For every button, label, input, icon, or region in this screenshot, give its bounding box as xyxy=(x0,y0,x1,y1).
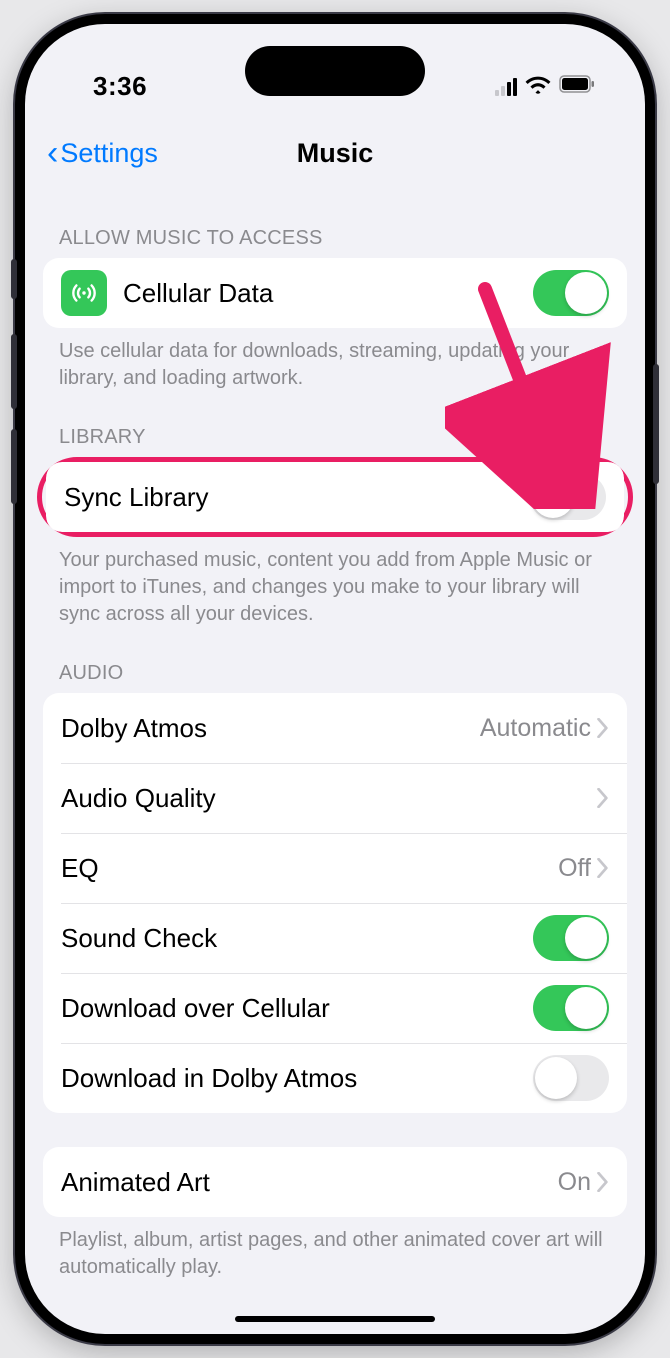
row-dolby-atmos[interactable]: Dolby Atmos Automatic xyxy=(43,693,627,763)
section-header-access: ALLOW MUSIC TO ACCESS xyxy=(25,183,645,258)
sync-library-toggle[interactable] xyxy=(530,474,606,520)
row-sync-library[interactable]: Sync Library xyxy=(46,462,624,532)
content: ALLOW MUSIC TO ACCESS Cellular Data Use … xyxy=(25,183,645,1321)
footer-library: Your purchased music, content you add fr… xyxy=(25,537,645,628)
group-art: Animated Art On xyxy=(43,1147,627,1217)
footer-access: Use cellular data for downloads, streami… xyxy=(25,328,645,392)
phone-frame: 3:36 ‹ Settings Music xyxy=(15,14,655,1344)
cellular-signal-icon xyxy=(495,78,517,96)
back-label: Settings xyxy=(60,138,158,169)
quality-label: Audio Quality xyxy=(61,783,597,814)
back-button[interactable]: ‹ Settings xyxy=(47,136,158,170)
volume-down-button xyxy=(11,429,17,504)
status-icons xyxy=(495,74,595,99)
row-cellular-data[interactable]: Cellular Data xyxy=(43,258,627,328)
group-audio: Dolby Atmos Automatic Audio Quality EQ O… xyxy=(43,693,627,1113)
page-title: Music xyxy=(297,138,374,169)
chevron-right-icon xyxy=(597,858,609,878)
cellular-icon xyxy=(61,270,107,316)
row-eq[interactable]: EQ Off xyxy=(43,833,627,903)
volume-up-button xyxy=(11,334,17,409)
chevron-right-icon xyxy=(597,788,609,808)
eq-label: EQ xyxy=(61,853,558,884)
row-audio-quality[interactable]: Audio Quality xyxy=(43,763,627,833)
sync-library-label: Sync Library xyxy=(64,482,530,513)
dynamic-island xyxy=(245,46,425,96)
dolby-value: Automatic xyxy=(480,714,591,743)
row-download-cellular[interactable]: Download over Cellular xyxy=(43,973,627,1043)
soundcheck-label: Sound Check xyxy=(61,923,533,954)
cellular-label: Cellular Data xyxy=(123,278,533,309)
wifi-icon xyxy=(525,74,551,99)
cellular-toggle[interactable] xyxy=(533,270,609,316)
chevron-right-icon xyxy=(597,1172,609,1192)
row-download-dolby[interactable]: Download in Dolby Atmos xyxy=(43,1043,627,1113)
row-animated-art[interactable]: Animated Art On xyxy=(43,1147,627,1217)
chevron-right-icon xyxy=(597,718,609,738)
status-time: 3:36 xyxy=(93,71,147,102)
row-sound-check[interactable]: Sound Check xyxy=(43,903,627,973)
battery-icon xyxy=(559,75,595,98)
side-button xyxy=(11,259,17,299)
eq-value: Off xyxy=(558,854,591,883)
soundcheck-toggle[interactable] xyxy=(533,915,609,961)
power-button xyxy=(653,364,659,484)
animated-art-label: Animated Art xyxy=(61,1167,558,1198)
animated-art-value: On xyxy=(558,1168,591,1197)
dl-cell-toggle[interactable] xyxy=(533,985,609,1031)
dl-cell-label: Download over Cellular xyxy=(61,993,533,1024)
nav-bar: ‹ Settings Music xyxy=(25,123,645,183)
dolby-label: Dolby Atmos xyxy=(61,713,480,744)
chevron-left-icon: ‹ xyxy=(47,136,58,170)
section-header-audio: AUDIO xyxy=(25,628,645,693)
screen: 3:36 ‹ Settings Music xyxy=(25,24,645,1334)
dl-dolby-toggle[interactable] xyxy=(533,1055,609,1101)
group-access: Cellular Data xyxy=(43,258,627,328)
footer-art: Playlist, album, artist pages, and other… xyxy=(25,1217,645,1281)
dl-dolby-label: Download in Dolby Atmos xyxy=(61,1063,533,1094)
annotation-highlight: Sync Library xyxy=(37,457,633,537)
home-indicator[interactable] xyxy=(235,1316,435,1322)
section-header-library: LIBRARY xyxy=(25,392,645,457)
